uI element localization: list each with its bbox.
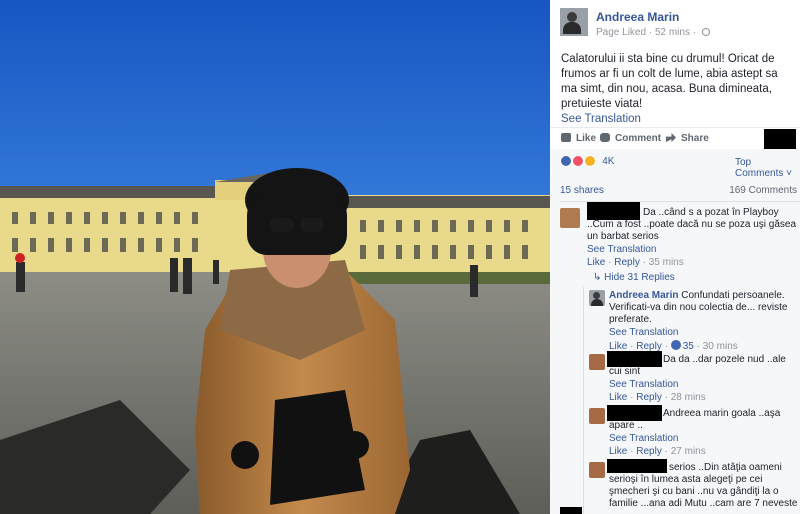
reply-time[interactable]: 30 mins (703, 341, 738, 352)
like-reaction-icon (560, 155, 572, 168)
share-button[interactable]: Share (666, 133, 709, 144)
love-reaction-icon (572, 155, 585, 168)
reply-like-count[interactable]: 35 (683, 341, 694, 352)
photo-illustration (0, 0, 550, 514)
reply-reply-link[interactable]: Reply (636, 446, 662, 457)
comment-time[interactable]: 35 mins (649, 257, 684, 268)
comments-count: 169 Comments (729, 185, 797, 196)
thumb-up-icon (561, 133, 571, 142)
viewer: Andreea Marin Page Liked · 52 mins · Cal… (0, 0, 800, 514)
reply-avatar[interactable] (589, 408, 605, 424)
thread-line (583, 287, 584, 514)
comment-like-link[interactable]: Like (587, 257, 605, 268)
post-meta: Page Liked · 52 mins · (596, 27, 710, 38)
reply: Andreea marin goala ..aşa apare .. See T… (609, 408, 799, 458)
reactions-summary[interactable]: 4K (560, 155, 614, 169)
reply: serios ..Din atâţia oameni serioşi în lu… (609, 462, 799, 510)
reply: Andreea Marin Confundati persoanele. Ver… (609, 290, 799, 353)
see-translation-link[interactable]: See Translation (609, 433, 799, 445)
redacted-avatar (560, 507, 582, 514)
page-liked-label: Page Liked (596, 27, 647, 38)
author-name[interactable]: Andreea Marin (596, 10, 679, 24)
reply-actions: Like · Reply · 28 mins (609, 392, 706, 403)
comment-text: Da ..când s a pozat în Playboy ..Cum a f… (587, 207, 797, 242)
post-actions: Like Comment Share (550, 127, 800, 149)
comment-actions: Like · Reply · 35 mins (587, 257, 684, 268)
see-translation-link[interactable]: See Translation (561, 112, 789, 127)
reply-text: serios ..Din atâţia oameni serioşi în lu… (609, 462, 798, 509)
reply-text: Andreea marin goala ..aşa apare .. (609, 408, 781, 431)
comment-button[interactable]: Comment (600, 133, 661, 144)
like-button[interactable]: Like (561, 133, 596, 144)
top-comments-dropdown[interactable]: Top Comments ˅ (735, 157, 800, 179)
shares-count[interactable]: 15 shares (560, 185, 604, 196)
post-time[interactable]: 52 mins (655, 27, 690, 38)
reply-actions: Like · Reply · 27 mins (609, 446, 706, 457)
comments-section: 4K Top Comments ˅ 15 shares 169 Comments… (550, 149, 800, 514)
reply: Da da ..dar pozele nud ..ale cui sint Se… (609, 354, 799, 404)
post-photo[interactable] (0, 0, 550, 514)
reply-avatar[interactable] (589, 462, 605, 478)
reply-time[interactable]: 28 mins (671, 392, 706, 403)
reply-arrow-icon: ↳ (593, 272, 605, 283)
author-avatar[interactable] (560, 8, 588, 36)
comment-reply-link[interactable]: Reply (614, 257, 640, 268)
wow-reaction-icon (584, 155, 597, 168)
reply-author-name[interactable]: Andreea Marin (609, 290, 678, 301)
redacted-avatar (764, 129, 796, 149)
post-text: Calatorului ii sta bine cu drumul! Orica… (561, 53, 778, 110)
reply-reply-link[interactable]: Reply (636, 392, 662, 403)
hide-replies-link[interactable]: ↳ Hide 31 Replies (593, 272, 675, 283)
see-translation-link[interactable]: See Translation (609, 379, 799, 391)
reply-author-avatar[interactable] (589, 290, 605, 306)
post-header: Andreea Marin Page Liked · 52 mins · (550, 0, 800, 46)
like-count-icon (670, 340, 681, 350)
reply-like-link[interactable]: Like (609, 446, 627, 457)
see-translation-link[interactable]: See Translation (587, 244, 797, 256)
post-body: Calatorului ii sta bine cu drumul! Orica… (550, 46, 800, 127)
see-translation-link[interactable]: See Translation (609, 327, 799, 339)
reply-like-link[interactable]: Like (609, 392, 627, 403)
reactions-count[interactable]: 4K (602, 156, 614, 167)
comment-icon (600, 133, 610, 142)
reply-text: Da da ..dar pozele nud ..ale cui sint (609, 354, 786, 377)
globe-icon (701, 28, 710, 36)
comment: Da ..când s a pozat în Playboy ..Cum a f… (587, 207, 797, 269)
post-panel: Andreea Marin Page Liked · 52 mins · Cal… (550, 0, 800, 514)
share-icon (666, 133, 676, 142)
reply-time[interactable]: 27 mins (671, 446, 706, 457)
commenter-avatar[interactable] (560, 208, 580, 228)
reply-avatar[interactable] (589, 354, 605, 370)
